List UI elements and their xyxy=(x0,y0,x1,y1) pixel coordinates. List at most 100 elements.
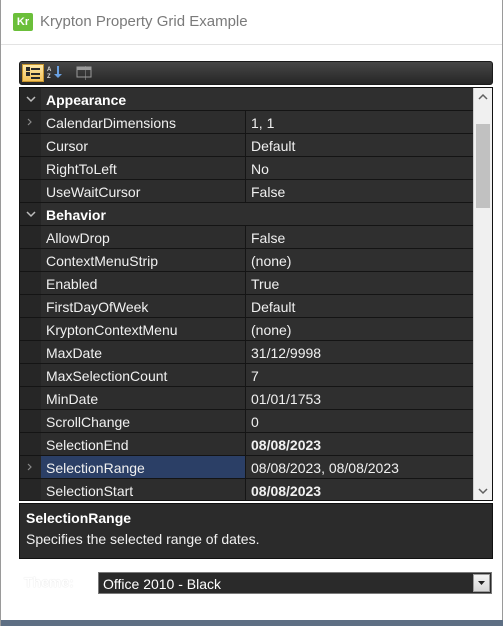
property-row[interactable]: CalendarDimensions 1, 1 xyxy=(20,111,473,134)
property-value[interactable]: 31/12/9998 xyxy=(251,345,321,361)
theme-dropdown-button[interactable] xyxy=(473,574,490,592)
row-margin xyxy=(20,88,41,110)
property-grid-toolbar: A Z xyxy=(19,61,493,85)
property-value[interactable]: Default xyxy=(251,138,295,154)
property-row[interactable]: ScrollChange 0 xyxy=(20,410,473,433)
property-row[interactable]: MaxSelectionCount 7 xyxy=(20,364,473,387)
row-margin xyxy=(20,180,41,202)
row-margin xyxy=(20,203,41,225)
property-value[interactable]: 08/08/2023 xyxy=(251,483,321,499)
property-row[interactable]: Enabled True xyxy=(20,272,473,295)
property-value[interactable]: False xyxy=(251,230,285,246)
property-value[interactable]: 01/01/1753 xyxy=(251,391,321,407)
expand-chevron-icon[interactable] xyxy=(27,463,33,471)
client-area: A Z Appearance CalendarDimensions 1, 1 Curs… xyxy=(1,45,502,620)
row-margin xyxy=(20,433,41,455)
row-margin xyxy=(20,226,41,248)
category-label: Appearance xyxy=(46,92,127,108)
theme-bar: Theme: Office 2010 - Black xyxy=(1,564,502,620)
property-name-cell[interactable]: KryptonContextMenu xyxy=(41,318,246,340)
property-name-cell[interactable]: MaxSelectionCount xyxy=(41,364,246,386)
category-label: Behavior xyxy=(46,207,106,223)
property-row[interactable]: SelectionRange 08/08/2023, 08/08/2023 xyxy=(20,456,473,479)
property-name-cell[interactable]: SelectionRange xyxy=(41,456,246,478)
category-row[interactable]: Appearance xyxy=(20,88,473,111)
property-row[interactable]: Cursor Default xyxy=(20,134,473,157)
property-name: AllowDrop xyxy=(46,230,110,246)
property-name-cell[interactable]: Enabled xyxy=(41,272,246,294)
property-name-cell[interactable]: ContextMenuStrip xyxy=(41,249,246,271)
property-value[interactable]: Default xyxy=(251,299,295,315)
property-value[interactable]: No xyxy=(251,161,269,177)
row-margin xyxy=(20,364,41,386)
expand-chevron-icon[interactable] xyxy=(27,118,33,126)
property-value[interactable]: (none) xyxy=(251,322,291,338)
collapse-icon[interactable] xyxy=(26,94,36,104)
property-grid[interactable]: Appearance CalendarDimensions 1, 1 Cursor De… xyxy=(19,87,493,501)
collapse-icon[interactable] xyxy=(26,209,36,219)
property-value[interactable]: 08/08/2023 xyxy=(251,437,321,453)
property-name-cell[interactable]: RightToLeft xyxy=(41,157,246,179)
row-margin xyxy=(20,318,41,340)
row-margin xyxy=(20,157,41,179)
property-name-cell[interactable]: MaxDate xyxy=(41,341,246,363)
property-value[interactable]: (none) xyxy=(251,253,291,269)
help-description: Specifies the selected range of dates. xyxy=(26,531,260,547)
property-row[interactable]: FirstDayOfWeek Default xyxy=(20,295,473,318)
property-row[interactable]: MinDate 01/01/1753 xyxy=(20,387,473,410)
row-margin xyxy=(20,479,41,500)
svg-text:A: A xyxy=(47,67,52,73)
category-row[interactable]: Behavior xyxy=(20,203,473,226)
categorized-button[interactable] xyxy=(22,64,44,82)
scroll-down-button[interactable] xyxy=(474,482,492,500)
property-pages-button[interactable] xyxy=(74,64,96,82)
property-row[interactable]: UseWaitCursor False xyxy=(20,180,473,203)
property-name-cell[interactable]: AllowDrop xyxy=(41,226,246,248)
dropdown-arrow-icon xyxy=(478,581,485,585)
alphabetical-button[interactable]: A Z xyxy=(45,64,67,82)
scroll-up-button[interactable] xyxy=(474,88,492,106)
property-value[interactable]: True xyxy=(251,276,279,292)
property-value[interactable]: 1, 1 xyxy=(251,115,274,131)
property-name-cell[interactable]: ScrollChange xyxy=(41,410,246,432)
property-name-cell[interactable]: UseWaitCursor xyxy=(41,180,246,202)
vertical-scrollbar[interactable] xyxy=(473,88,492,500)
property-name-cell[interactable]: FirstDayOfWeek xyxy=(41,295,246,317)
property-row[interactable]: KryptonContextMenu (none) xyxy=(20,318,473,341)
property-row[interactable]: AllowDrop False xyxy=(20,226,473,249)
theme-dropdown[interactable]: Office 2010 - Black xyxy=(98,572,492,594)
property-row[interactable]: RightToLeft No xyxy=(20,157,473,180)
property-name-cell[interactable]: CalendarDimensions xyxy=(41,111,246,133)
property-name: ScrollChange xyxy=(46,414,131,430)
property-row[interactable]: ContextMenuStrip (none) xyxy=(20,249,473,272)
row-margin xyxy=(20,387,41,409)
property-name-cell[interactable]: MinDate xyxy=(41,387,246,409)
title-bar[interactable]: Kr Krypton Property Grid Example xyxy=(1,0,502,45)
property-name: SelectionStart xyxy=(46,483,134,499)
property-row[interactable]: SelectionEnd 08/08/2023 xyxy=(20,433,473,456)
property-name: UseWaitCursor xyxy=(46,184,141,200)
property-name-cell[interactable]: SelectionStart xyxy=(41,479,246,500)
property-name: FirstDayOfWeek xyxy=(46,299,149,315)
main-window: Kr Krypton Property Grid Example A Z App… xyxy=(0,0,503,626)
property-row[interactable]: SelectionStart 08/08/2023 xyxy=(20,479,473,500)
app-icon: Kr xyxy=(13,13,33,31)
property-row[interactable]: MaxDate 31/12/9998 xyxy=(20,341,473,364)
property-name: SelectionEnd xyxy=(46,437,129,453)
property-value[interactable]: False xyxy=(251,184,285,200)
property-name: Enabled xyxy=(46,276,98,292)
categorized-icon xyxy=(26,67,40,79)
property-name-cell[interactable]: Cursor xyxy=(41,134,246,156)
theme-selected-value: Office 2010 - Black xyxy=(103,576,222,592)
property-value[interactable]: 08/08/2023, 08/08/2023 xyxy=(251,460,399,476)
property-value[interactable]: 0 xyxy=(251,414,259,430)
property-name: MinDate xyxy=(46,391,99,407)
row-margin xyxy=(20,111,41,133)
property-value[interactable]: 7 xyxy=(251,368,259,384)
row-margin xyxy=(20,341,41,363)
property-name-cell[interactable]: SelectionEnd xyxy=(41,433,246,455)
property-name: KryptonContextMenu xyxy=(46,322,178,338)
help-panel: SelectionRange Specifies the selected ra… xyxy=(19,503,493,559)
scroll-thumb[interactable] xyxy=(476,124,490,208)
chevron-up-icon xyxy=(478,93,488,100)
